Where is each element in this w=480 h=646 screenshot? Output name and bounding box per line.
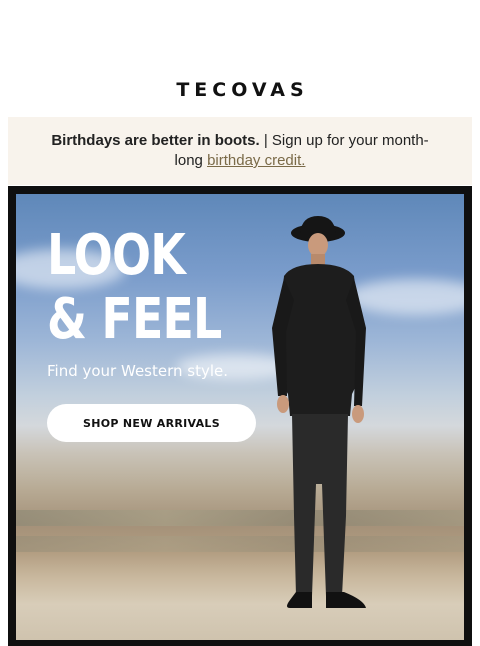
hero-subline: Find your Western style. — [47, 362, 229, 380]
header: TECOVAS — [0, 78, 480, 102]
hero-headline: LOOK & FEEL — [47, 223, 222, 352]
hero-banner[interactable]: LOOK & FEEL Find your Western style. SHO… — [16, 194, 464, 640]
cowboy-photo — [272, 216, 366, 608]
headline-line-2: & FEEL — [47, 287, 222, 352]
birthday-promo-banner: Birthdays are better in boots. | Sign up… — [8, 117, 472, 185]
shop-new-arrivals-button[interactable]: SHOP NEW ARRIVALS — [47, 404, 256, 442]
birthday-credit-link[interactable]: birthday credit. — [207, 152, 305, 169]
headline-line-1: LOOK — [47, 223, 186, 288]
promo-separator: | — [259, 132, 272, 149]
promo-bold-text: Birthdays are better in boots. — [51, 132, 260, 149]
brand-logo[interactable]: TECOVAS — [171, 79, 308, 101]
promo-text: Birthdays are better in boots. | Sign up… — [50, 131, 430, 171]
